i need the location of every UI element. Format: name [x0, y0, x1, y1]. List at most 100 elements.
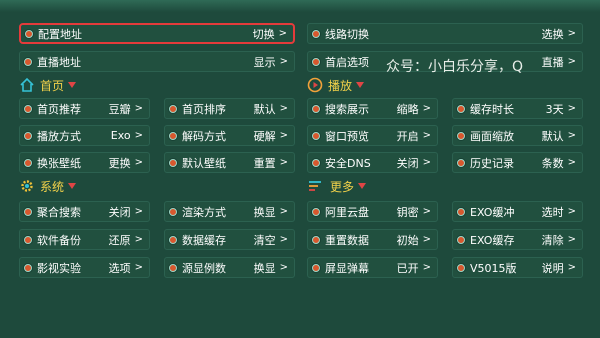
- setting-label: 屏显弹幕: [325, 261, 369, 275]
- setting-value: Exo: [110, 129, 131, 142]
- chevron-right-icon: >: [134, 157, 143, 168]
- bullet-icon: [312, 29, 320, 38]
- chevron-right-icon: >: [134, 234, 143, 245]
- setting-button[interactable]: 换张壁纸 更换 >: [19, 152, 150, 173]
- setting-value: 开启: [396, 129, 419, 143]
- setting-button[interactable]: 默认壁纸 重置 >: [164, 152, 295, 173]
- setting-value: 硬解: [253, 129, 276, 143]
- chevron-right-icon: >: [567, 157, 576, 168]
- setting-button[interactable]: 播放方式 Exo >: [19, 125, 150, 146]
- chevron-right-icon: >: [134, 206, 143, 217]
- chevron-right-icon: >: [134, 130, 143, 141]
- setting-label: 搜索展示: [325, 102, 369, 116]
- setting-button[interactable]: EXO缓存 清除 >: [452, 229, 583, 250]
- bullet-icon: [24, 104, 32, 113]
- section-playback: 播放: [307, 76, 365, 94]
- setting-value: 重置: [253, 156, 276, 170]
- setting-button[interactable]: 软件备份 还原 >: [19, 229, 150, 250]
- setting-label: 聚合搜索: [37, 205, 81, 219]
- section-playback-title: 播放: [328, 78, 353, 93]
- setting-value: 默认: [253, 102, 276, 116]
- chevron-right-icon: >: [279, 206, 288, 217]
- setting-label: 窗口预览: [325, 129, 369, 143]
- setting-button[interactable]: 解码方式 硬解 >: [164, 125, 295, 146]
- setting-button[interactable]: 影视实验 选项 >: [19, 257, 150, 278]
- bullet-icon: [24, 235, 32, 244]
- setting-label: 重置数据: [325, 233, 369, 247]
- chevron-right-icon: >: [134, 262, 143, 273]
- route-switch-button[interactable]: 线路切换 选换 >: [307, 23, 583, 44]
- menu-lines-icon: [307, 178, 325, 194]
- config-address-button[interactable]: 配置地址 切换 >: [19, 23, 295, 44]
- section-more-title: 更多: [330, 179, 355, 194]
- caret-down-icon: [68, 82, 77, 88]
- setting-value: 关闭: [108, 205, 131, 219]
- setting-label: 影视实验: [37, 261, 81, 275]
- setting-button[interactable]: 聚合搜索 关闭 >: [19, 201, 150, 222]
- chevron-right-icon: >: [279, 234, 288, 245]
- setting-button[interactable]: 渲染方式 换显 >: [164, 201, 295, 222]
- setting-label: 解码方式: [182, 129, 226, 143]
- setting-label: EXO缓冲: [470, 205, 515, 219]
- bullet-icon: [457, 263, 465, 272]
- setting-label: 源显例数: [182, 261, 226, 275]
- bullet-icon: [457, 158, 465, 167]
- bullet-icon: [169, 131, 177, 140]
- chevron-right-icon: >: [422, 234, 431, 245]
- setting-label: 阿里云盘: [325, 205, 369, 219]
- setting-value: 默认: [541, 129, 564, 143]
- bullet-icon: [24, 207, 32, 216]
- chevron-right-icon: >: [279, 56, 288, 67]
- setting-button[interactable]: 首页推荐 豆瓣 >: [19, 98, 150, 119]
- section-home: 首页: [19, 76, 77, 94]
- setting-button[interactable]: 数据缓存 清空 >: [164, 229, 295, 250]
- bullet-icon: [457, 131, 465, 140]
- setting-label: 缓存时长: [470, 102, 514, 116]
- setting-button[interactable]: 安全DNS 关闭 >: [307, 152, 438, 173]
- setting-button[interactable]: 屏显弹幕 已开 >: [307, 257, 438, 278]
- section-more: 更多: [307, 177, 367, 195]
- setting-label: 数据缓存: [182, 233, 226, 247]
- live-address-value: 显示: [253, 55, 276, 69]
- bullet-icon: [457, 235, 465, 244]
- bullet-icon: [24, 158, 32, 167]
- bullet-icon: [312, 158, 320, 167]
- setting-label: 软件备份: [37, 233, 81, 247]
- section-home-title: 首页: [40, 78, 65, 93]
- setting-button[interactable]: 重置数据 初始 >: [307, 229, 438, 250]
- setting-button[interactable]: 历史记录 条数 >: [452, 152, 583, 173]
- chevron-right-icon: >: [567, 234, 576, 245]
- chevron-right-icon: >: [279, 130, 288, 141]
- setting-label: 换张壁纸: [37, 156, 81, 170]
- bullet-icon: [312, 131, 320, 140]
- top-glow: [0, 0, 600, 12]
- setting-label: 首页推荐: [37, 102, 81, 116]
- config-address-label: 配置地址: [38, 27, 82, 41]
- setting-value: 3天: [545, 102, 564, 116]
- bullet-icon: [312, 235, 320, 244]
- chevron-right-icon: >: [567, 103, 576, 114]
- setting-button[interactable]: V5015版 说明 >: [452, 257, 583, 278]
- chevron-right-icon: >: [567, 56, 576, 67]
- chevron-right-icon: >: [422, 157, 431, 168]
- setting-button[interactable]: 首页排序 默认 >: [164, 98, 295, 119]
- setting-value: 关闭: [396, 156, 419, 170]
- setting-button[interactable]: 窗口预览 开启 >: [307, 125, 438, 146]
- chevron-right-icon: >: [279, 262, 288, 273]
- caret-down-icon: [68, 183, 77, 189]
- setting-button[interactable]: 搜索展示 缩略 >: [307, 98, 438, 119]
- bullet-icon: [457, 207, 465, 216]
- bullet-icon: [24, 131, 32, 140]
- live-address-button[interactable]: 直播地址 显示 >: [19, 51, 295, 72]
- setting-button[interactable]: 源显例数 换显 >: [164, 257, 295, 278]
- setting-value: 条数: [541, 156, 564, 170]
- setting-button[interactable]: EXO缓冲 选时 >: [452, 201, 583, 222]
- section-system: 系统: [19, 177, 77, 195]
- route-switch-value: 选换: [541, 27, 564, 41]
- setting-button[interactable]: 阿里云盘 钥密 >: [307, 201, 438, 222]
- bullet-icon: [24, 57, 32, 66]
- setting-button[interactable]: 画面缩放 默认 >: [452, 125, 583, 146]
- chevron-right-icon: >: [567, 206, 576, 217]
- setting-label: EXO缓存: [470, 233, 515, 247]
- setting-button[interactable]: 缓存时长 3天 >: [452, 98, 583, 119]
